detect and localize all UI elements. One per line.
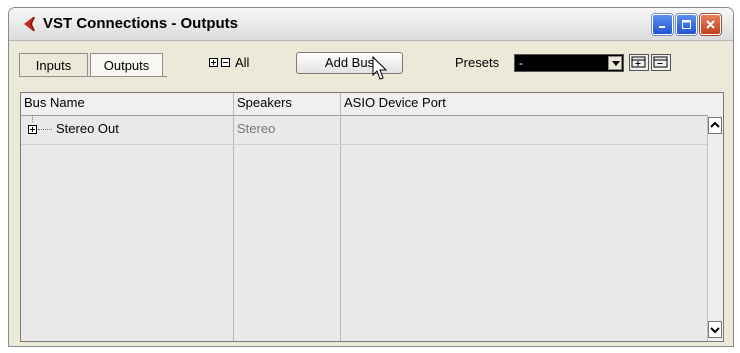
title-bar[interactable]: VST Connections - Outputs bbox=[9, 8, 733, 41]
expand-icon[interactable] bbox=[28, 125, 37, 134]
remove-preset-icon bbox=[653, 56, 668, 68]
close-button[interactable] bbox=[700, 14, 721, 35]
tabs-baseline bbox=[19, 76, 167, 77]
expand-all-icon[interactable] bbox=[209, 58, 218, 67]
bus-name-cell: Stereo Out bbox=[21, 115, 233, 144]
vst-connections-window: VST Connections - Outputs Inputs Outputs… bbox=[8, 7, 734, 347]
bus-table: Bus Name Speakers ASIO Device Port Stere… bbox=[20, 92, 724, 342]
add-bus-button[interactable]: Add Bus bbox=[296, 52, 403, 74]
minimize-button[interactable] bbox=[652, 14, 673, 35]
bus-name: Stereo Out bbox=[56, 121, 119, 136]
presets-label: Presets bbox=[455, 55, 500, 70]
minimize-icon bbox=[659, 26, 665, 28]
tab-outputs[interactable]: Outputs bbox=[90, 53, 163, 77]
chevron-up-icon bbox=[710, 121, 720, 128]
asio-port-cell[interactable] bbox=[344, 115, 704, 144]
column-header-asio-port[interactable]: ASIO Device Port bbox=[341, 93, 711, 115]
expand-collapse-all: All bbox=[209, 55, 249, 70]
vertical-scrollbar[interactable] bbox=[707, 115, 723, 341]
expand-all-label: All bbox=[235, 55, 250, 70]
tab-inputs[interactable]: Inputs bbox=[19, 53, 88, 77]
toolbar: Inputs Outputs All Add Bus Presets - bbox=[9, 41, 733, 87]
column-header-speakers[interactable]: Speakers bbox=[234, 93, 340, 115]
store-preset-icon bbox=[631, 56, 646, 68]
store-preset-button[interactable] bbox=[629, 54, 649, 71]
remove-preset-button[interactable] bbox=[651, 54, 671, 71]
presets-dropdown[interactable]: - bbox=[514, 54, 624, 72]
maximize-icon bbox=[682, 20, 691, 29]
cubase-logo-icon bbox=[24, 17, 35, 31]
scroll-down-button[interactable] bbox=[708, 321, 722, 338]
scroll-up-button[interactable] bbox=[708, 117, 722, 134]
close-icon bbox=[706, 20, 715, 29]
tree-line bbox=[32, 115, 34, 122]
presets-value: - bbox=[519, 56, 523, 70]
tree-line bbox=[38, 129, 52, 130]
maximize-button[interactable] bbox=[676, 14, 697, 35]
window-title: VST Connections - Outputs bbox=[43, 15, 238, 32]
collapse-all-icon[interactable] bbox=[221, 58, 230, 67]
chevron-down-icon bbox=[710, 327, 720, 334]
table-row[interactable]: Stereo Out Stereo bbox=[21, 115, 711, 145]
speakers-cell[interactable]: Stereo bbox=[237, 115, 337, 144]
column-header-bus-name[interactable]: Bus Name bbox=[21, 93, 233, 115]
table-header: Bus Name Speakers ASIO Device Port bbox=[21, 93, 723, 116]
chevron-down-icon[interactable] bbox=[608, 56, 622, 70]
